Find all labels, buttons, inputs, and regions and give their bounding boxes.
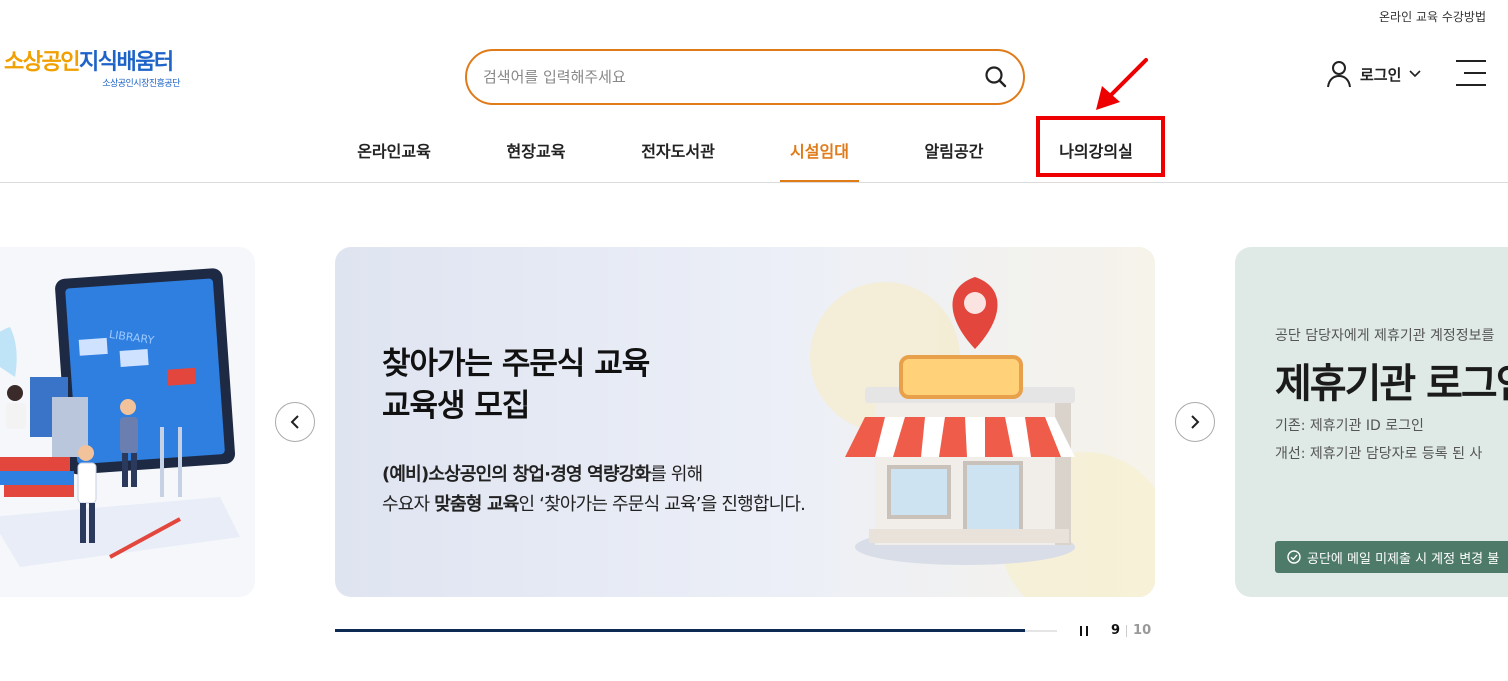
carousel-pause-button[interactable] [1078, 624, 1090, 638]
online-edu-guide-link[interactable]: 온라인 교육 수강방법 [1379, 8, 1486, 25]
carousel-total-pages: 10 [1133, 623, 1152, 638]
carousel-slide-prev[interactable]: LIBRARY [0, 247, 255, 597]
carousel-slide-current[interactable]: 찾아가는 주문식 교육 교육생 모집 (예비)소상공인의 창업·경영 역량강화를… [335, 247, 1155, 597]
main-navigation: 온라인교육 현장교육 전자도서관 시설임대 알림공간 나의강의실 [0, 118, 1508, 182]
store-illustration [810, 277, 1155, 597]
carousel-next-button[interactable] [1175, 402, 1215, 442]
carousel-prev-button[interactable] [275, 402, 315, 442]
carousel-progress-bar [335, 629, 1057, 632]
partner-login-badge: 공단에 메일 미제출 시 계정 변경 불 [1275, 541, 1508, 573]
pager-divider [1126, 624, 1128, 637]
partner-login-badge-text: 공단에 메일 미제출 시 계정 변경 불 [1307, 551, 1500, 567]
carousel-progress-fill [335, 629, 1025, 632]
logo-part1: 소상공인 [4, 50, 80, 75]
nav-divider [0, 182, 1508, 183]
pause-icon [1080, 626, 1082, 636]
search-input[interactable] [483, 51, 963, 103]
user-icon [1327, 61, 1351, 88]
slide-title-line1: 찾아가는 주문식 교육 [382, 346, 650, 382]
annotation-arrow-icon [1096, 58, 1148, 110]
slide-desc-text-2a: 수요자 [382, 494, 435, 515]
pause-icon-bar [1086, 626, 1088, 636]
login-label: 로그인 [1360, 65, 1402, 84]
slide-desc-bold-2: 맞춤형 교육 [434, 494, 519, 515]
nav-item-e-library[interactable]: 전자도서관 [630, 118, 726, 182]
slide-title: 찾아가는 주문식 교육 교육생 모집 [382, 343, 650, 427]
search-bar [465, 49, 1025, 105]
partner-login-subtitle: 공단 담당자에게 제휴기관 계정정보를 [1275, 328, 1495, 344]
logo-wordmark: 소상공인지식배움터 [4, 50, 184, 76]
carousel-current-page: 9 [1111, 623, 1121, 638]
library-illustration: LIBRARY [0, 268, 240, 567]
carousel-pager: 9 10 [1111, 623, 1151, 638]
chevron-right-icon [1191, 415, 1200, 429]
slide-title-line2: 교육생 모집 [382, 388, 530, 424]
chevron-down-icon [1409, 70, 1421, 78]
nav-item-field-education[interactable]: 현장교육 [496, 118, 576, 182]
search-button[interactable] [983, 64, 1009, 90]
hamburger-icon [1456, 60, 1486, 62]
partner-login-title: 제휴기관 로그인 [1275, 361, 1508, 407]
carousel-slide-next[interactable]: 공단 담당자에게 제휴기관 계정정보를 제휴기관 로그인 기존: 제휴기관 ID… [1235, 247, 1508, 597]
partner-login-line-2: 개선: 제휴기관 담당자로 등록 된 사 [1275, 446, 1483, 462]
slide-desc-text-2b: 인 ‘찾아가는 주문식 교육’을 진행합니다. [518, 494, 806, 515]
chevron-left-icon [290, 415, 299, 429]
logo-part2: 지식배움터 [78, 50, 174, 75]
login-button[interactable]: 로그인 [1326, 60, 1421, 88]
nav-item-notice[interactable]: 알림공간 [914, 118, 994, 182]
search-icon [985, 66, 1007, 88]
annotation-highlight-box [1036, 116, 1165, 177]
slide-desc-bold-1: (예비)소상공인의 창업·경영 역량강화 [382, 464, 651, 485]
partner-login-line-1: 기존: 제휴기관 ID 로그인 [1275, 418, 1424, 434]
slide-description: (예비)소상공인의 창업·경영 역량강화를 위해 수요자 맞춤형 교육인 ‘찾아… [382, 460, 806, 520]
check-circle-icon [1287, 550, 1301, 564]
hamburger-icon-line [1464, 72, 1486, 74]
slide-desc-text-1: 를 위해 [650, 464, 703, 485]
hamburger-icon-line [1456, 84, 1486, 86]
logo-subtitle: 소상공인시장진흥공단 [102, 79, 180, 89]
nav-item-facility-rental[interactable]: 시설임대 [780, 118, 859, 182]
nav-item-online-education[interactable]: 온라인교육 [346, 118, 442, 182]
all-menu-button[interactable] [1456, 60, 1486, 86]
site-logo[interactable]: 소상공인지식배움터 소상공인시장진흥공단 [4, 50, 184, 100]
